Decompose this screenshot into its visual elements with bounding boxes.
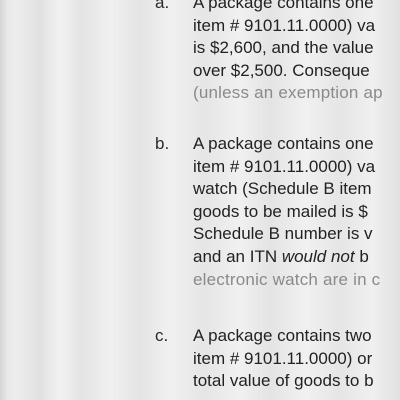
text-line: item # 9101.11.0000) or xyxy=(193,348,373,368)
list-marker: a. xyxy=(155,0,170,12)
list-marker: b. xyxy=(155,134,170,153)
text-line: A package contains two xyxy=(193,326,372,345)
text-line: total value of goods to b xyxy=(193,371,374,391)
text-line: item # 9101.11.0000) va xyxy=(193,156,376,176)
paragraph-c: A package contains two item # 9101.11.00… xyxy=(193,325,400,393)
document-page: a. A package contains one item # 9101.11… xyxy=(0,0,400,400)
itn-line-after: b xyxy=(354,246,369,266)
paragraph-b: A package contains one item # 9101.11.00… xyxy=(193,133,400,291)
text-line: watch (Schedule B item xyxy=(193,179,372,199)
text-line: over $2,500. Conseque xyxy=(193,60,370,80)
list-marker: c. xyxy=(155,326,169,345)
text-line: A package contains one xyxy=(193,0,374,12)
paragraph-a: A package contains one item # 9101.11.00… xyxy=(193,0,400,105)
text-line: goods to be mailed is $ xyxy=(193,201,368,221)
text-line: item # 9101.11.0000) va xyxy=(193,15,376,35)
itn-line-before: and an ITN xyxy=(193,246,282,266)
itn-text-line: and an ITN would not b xyxy=(193,246,400,269)
text-line: A package contains one xyxy=(193,134,374,153)
text-line: Schedule B number is v xyxy=(193,224,373,244)
text-line: is $2,600, and the value xyxy=(193,38,374,58)
itn-line-emphasis: would not xyxy=(281,246,355,266)
text-line: (unless an exemption ap xyxy=(193,83,383,103)
text-line: electronic watch are in c xyxy=(193,269,381,289)
